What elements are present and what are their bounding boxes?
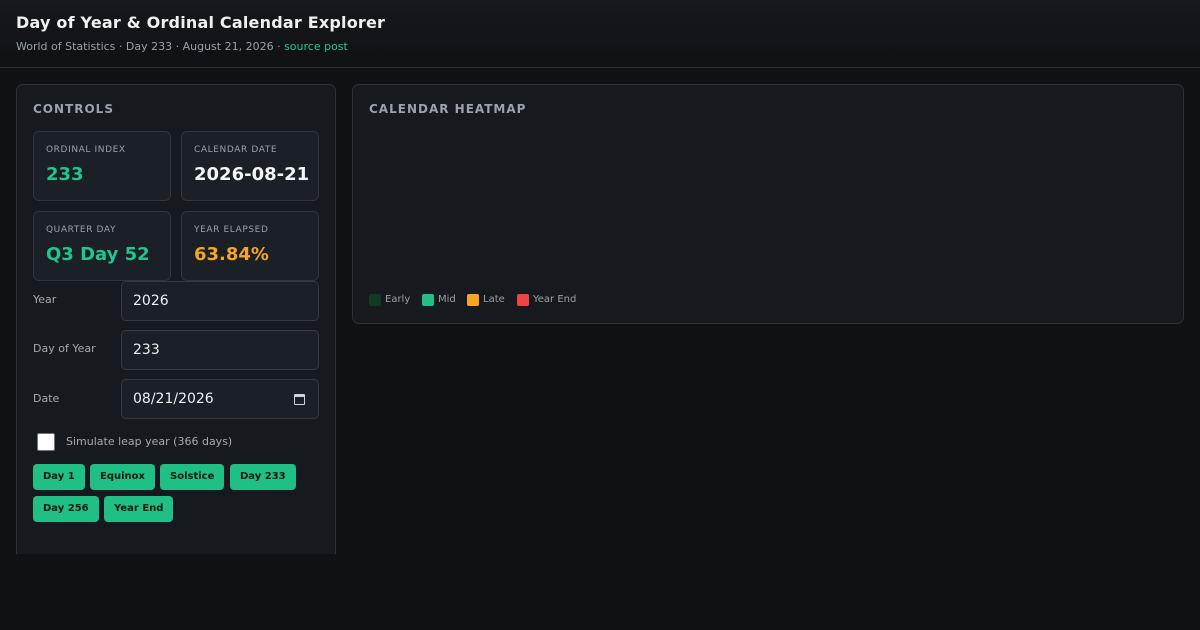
preset-day-233-button[interactable]: Day 233 (230, 464, 296, 490)
legend-label: Mid (438, 294, 456, 305)
legend-swatch (422, 294, 434, 306)
stat-value: Q3 Day 52 (46, 244, 150, 265)
legend-label: Year End (533, 294, 577, 305)
heatmap-title: CALENDAR HEATMAP (369, 102, 527, 116)
legend-label: Early (385, 294, 411, 305)
controls-panel: CONTROLS ORDINAL INDEX 233 CALENDAR DATE… (16, 84, 336, 554)
day-of-year-input[interactable] (121, 330, 319, 370)
stat-year-elapsed: YEAR ELAPSED 63.84% (181, 211, 319, 281)
preset-day-256-button[interactable]: Day 256 (33, 496, 99, 522)
calendar-heatmap-panel: CALENDAR HEATMAP Early Mid Late Year End (352, 84, 1184, 324)
stat-quarter-day: QUARTER DAY Q3 Day 52 (33, 211, 171, 281)
page-title: Day of Year & Ordinal Calendar Explorer (16, 13, 386, 32)
day-of-year-label: Day of Year (33, 342, 96, 355)
year-input[interactable] (121, 281, 319, 321)
stat-label: ORDINAL INDEX (46, 145, 126, 155)
controls-title: CONTROLS (33, 102, 114, 116)
date-input[interactable] (121, 379, 319, 419)
stat-label: CALENDAR DATE (194, 145, 278, 155)
stat-value: 63.84% (194, 244, 269, 265)
stat-value: 2026-08-21 (194, 164, 310, 185)
preset-equinox-button[interactable]: Equinox (90, 464, 155, 490)
legend-swatch (369, 294, 381, 306)
stat-calendar-date: CALENDAR DATE 2026-08-21 (181, 131, 319, 201)
page-subtitle: World of Statistics · Day 233 · August 2… (16, 40, 348, 53)
legend-swatch (467, 294, 479, 306)
stat-value: 233 (46, 164, 84, 185)
preset-day-1-button[interactable]: Day 1 (33, 464, 85, 490)
date-label: Date (33, 392, 60, 405)
app-header: Day of Year & Ordinal Calendar Explorer … (0, 0, 1200, 68)
year-label: Year (33, 293, 57, 306)
stat-label: QUARTER DAY (46, 225, 117, 235)
leap-year-label: Simulate leap year (366 days) (66, 435, 233, 448)
stat-label: YEAR ELAPSED (194, 225, 269, 235)
stat-ordinal-index: ORDINAL INDEX 233 (33, 131, 171, 201)
source-post-link[interactable]: source post (284, 40, 348, 53)
calendar-icon[interactable] (294, 394, 305, 405)
legend-swatch (517, 294, 529, 306)
preset-solstice-button[interactable]: Solstice (160, 464, 225, 490)
leap-year-checkbox[interactable] (37, 433, 55, 451)
subtitle-text: World of Statistics · Day 233 · August 2… (16, 40, 285, 53)
preset-year-end-button[interactable]: Year End (104, 496, 174, 522)
legend-label: Late (483, 294, 505, 305)
